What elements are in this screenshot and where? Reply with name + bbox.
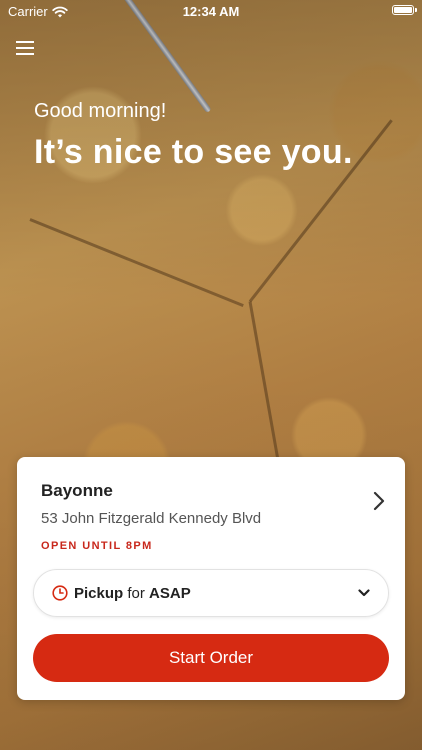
order-mode: Pickup bbox=[74, 584, 124, 602]
battery-icon bbox=[392, 5, 417, 15]
status-time: 12:34 AM bbox=[182, 4, 240, 19]
order-time: ASAP bbox=[149, 584, 191, 602]
status-bar: Carrier 12:34 AM bbox=[0, 0, 422, 24]
chevron-right-icon bbox=[373, 491, 385, 511]
greeting-large: It’s nice to see you. bbox=[34, 133, 353, 171]
store-status: OPEN UNTIL 8PM bbox=[41, 540, 153, 552]
start-order-button[interactable]: Start Order bbox=[33, 634, 389, 682]
pickup-summary: Pickup for ASAP bbox=[74, 585, 191, 602]
store-name: Bayonne bbox=[41, 481, 113, 500]
order-connector: for bbox=[127, 584, 145, 602]
store-card: Bayonne 53 John Fitzgerald Kennedy Blvd … bbox=[17, 457, 405, 700]
store-address: 53 John Fitzgerald Kennedy Blvd bbox=[41, 510, 262, 527]
clock-icon bbox=[52, 585, 68, 601]
greeting-small: Good morning! bbox=[34, 100, 167, 122]
pizza-cut-line bbox=[29, 218, 244, 308]
pickup-time-dropdown[interactable]: Pickup for ASAP bbox=[33, 569, 389, 617]
hamburger-menu-icon[interactable] bbox=[16, 40, 34, 61]
store-selector[interactable]: Bayonne 53 John Fitzgerald Kennedy Blvd bbox=[41, 481, 387, 527]
greeting: Good morning! It’s nice to see you. bbox=[34, 100, 353, 172]
battery-fill bbox=[394, 7, 412, 13]
chevron-down-icon bbox=[358, 589, 370, 597]
